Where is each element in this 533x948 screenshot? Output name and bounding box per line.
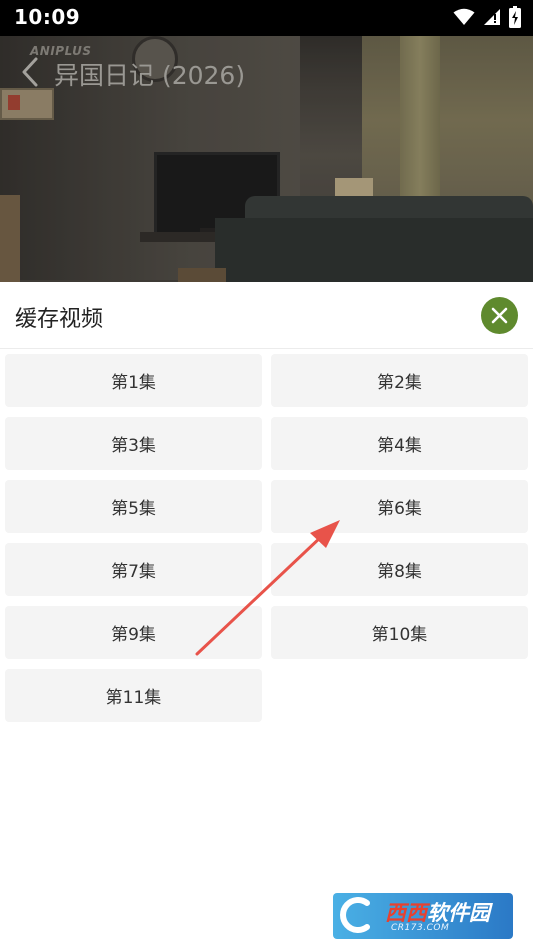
- battery-icon: [509, 6, 521, 28]
- episode-button-5[interactable]: 第5集: [5, 480, 262, 533]
- episode-button-11[interactable]: 第11集: [5, 669, 262, 722]
- close-icon: [491, 307, 508, 324]
- episode-button-3[interactable]: 第3集: [5, 417, 262, 470]
- status-time: 10:09: [14, 5, 81, 29]
- wifi-icon: [453, 8, 475, 26]
- episode-button-10[interactable]: 第10集: [271, 606, 528, 659]
- sheet-title: 缓存视频: [15, 307, 104, 332]
- signal-icon: [483, 8, 501, 26]
- episode-button-1[interactable]: 第1集: [5, 354, 262, 407]
- chevron-left-icon[interactable]: [18, 56, 44, 88]
- app-title-bar: ANIPLUS 异国日记 (2026): [0, 44, 533, 100]
- close-button[interactable]: [481, 297, 518, 334]
- cover-dim-overlay: [0, 0, 533, 282]
- status-bar: 10:09: [0, 0, 533, 36]
- video-cover: [0, 0, 533, 282]
- watermark-url: CR173.COM: [391, 923, 450, 933]
- episode-button-9[interactable]: 第9集: [5, 606, 262, 659]
- episode-button-7[interactable]: 第7集: [5, 543, 262, 596]
- status-icons: [453, 6, 521, 28]
- episode-button-2[interactable]: 第2集: [271, 354, 528, 407]
- page-title: 异国日记 (2026): [54, 61, 246, 90]
- episode-button-4[interactable]: 第4集: [271, 417, 528, 470]
- episode-button-6[interactable]: 第6集: [271, 480, 528, 533]
- watermark-c-icon: [340, 897, 370, 933]
- cache-video-sheet: 缓存视频 第1集 第2集 第3集 第4集 第5集 第6集 第7集 第8集 第9集…: [0, 282, 533, 948]
- sheet-header: 缓存视频: [0, 282, 533, 349]
- site-watermark-logo: 西西软件园 CR173.COM: [333, 893, 513, 939]
- episode-button-8[interactable]: 第8集: [271, 543, 528, 596]
